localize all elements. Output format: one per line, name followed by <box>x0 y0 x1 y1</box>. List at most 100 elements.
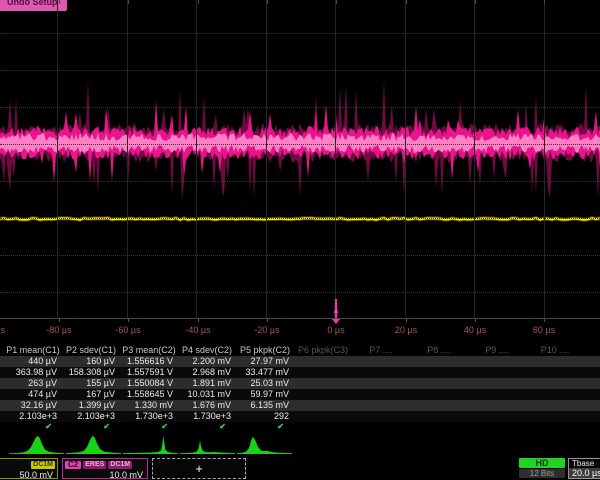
graticule-vline <box>266 0 267 318</box>
measure-col-header-p5[interactable]: P5 pkpk(C2) <box>236 344 294 356</box>
histicon-p4[interactable] <box>179 433 236 457</box>
histicon-row <box>0 433 600 457</box>
measure-col-header-p3[interactable]: P3 mean(C2) <box>120 344 178 356</box>
measure-value-p4-min: 1.891 mV <box>178 378 236 389</box>
measure-value-p2-sdev: 1.399 µV <box>62 400 120 411</box>
axis-tick-label: 20 µs <box>395 325 417 335</box>
graticule-hline <box>0 144 600 145</box>
measure-col-header-p4[interactable]: P4 sdev(C2) <box>178 344 236 356</box>
measurement-table: P1 mean(C1)P2 sdev(C1)P3 mean(C2)P4 sdev… <box>0 344 600 432</box>
axis-tick-mark <box>198 319 199 322</box>
axis-tick-mark <box>267 319 268 322</box>
measure-value-p5-min: 25.03 mV <box>236 378 294 389</box>
timebase-descriptor[interactable]: Tbase 20.0 µs/div <box>568 458 600 479</box>
measure-col-header-p10[interactable]: P10 .... <box>526 344 584 356</box>
graticule-vline <box>405 0 406 318</box>
c2-badge: C2 <box>65 461 81 469</box>
graticule-hline <box>0 255 600 256</box>
axis-tick-mark <box>475 319 476 322</box>
add-trace-button[interactable]: + <box>152 458 246 479</box>
measure-value-p4-sdev: 1.676 mV <box>178 400 236 411</box>
graticule-top-tick <box>544 0 545 4</box>
hd-bits-label: 12 Bits <box>519 469 565 478</box>
trigger-time-dot <box>334 310 338 314</box>
measure-value-p1-mean: 363.98 µV <box>4 367 62 378</box>
measure-value-p1-min: 263 µV <box>4 378 62 389</box>
measure-value-p5-sdev: 6.135 mV <box>236 400 294 411</box>
axis-tick-label: 40 µs <box>464 325 486 335</box>
measure-value-p2-min: 155 µV <box>62 378 120 389</box>
measure-col-header-p2[interactable]: P2 sdev(C1) <box>62 344 120 356</box>
histicon-distribution <box>8 436 65 454</box>
c2-coupling-tag: DC1M <box>108 461 132 469</box>
waveform-traces <box>0 0 600 318</box>
measure-col-header-p6[interactable]: P6 pkpk(C3) <box>294 344 352 356</box>
axis-tick-mark <box>406 319 407 322</box>
histicon-distribution <box>179 441 236 455</box>
status-check-icon-p3: ✔ <box>120 422 178 432</box>
graticule-hline <box>0 292 600 293</box>
graticule-vline <box>196 0 197 318</box>
hd-mode-badge[interactable]: HD <box>519 458 565 468</box>
status-check-icon-p1: ✔ <box>4 422 62 432</box>
measure-value-p5-value: 27.97 mV <box>236 356 294 367</box>
graticule-top-tick <box>59 0 60 4</box>
measure-value-p4-value: 2.200 mV <box>178 356 236 367</box>
histicon-p5[interactable] <box>236 433 293 457</box>
oscilloscope-screen: Undo Setup -100 µs-80 µs-60 µs-40 µs-20 … <box>0 0 600 480</box>
time-axis: -100 µs-80 µs-60 µs-40 µs-20 µs0 µs20 µs… <box>0 318 600 343</box>
measure-value-p2-max: 167 µV <box>62 389 120 400</box>
channel-descriptor-c2[interactable]: C2 ERES DC1M 10.0 mV <box>62 458 148 479</box>
axis-tick-mark <box>544 319 545 322</box>
measure-col-header-p8[interactable]: P8 .... <box>410 344 468 356</box>
measure-row-sdev: 32.16 µV1.399 µV1.330 mV1.676 mV6.135 mV <box>0 400 600 411</box>
plus-icon: + <box>195 461 203 476</box>
histicon-p2[interactable] <box>65 433 122 457</box>
measure-value-p5-max: 59.97 mV <box>236 389 294 400</box>
graticule-vline <box>544 0 545 318</box>
measure-value-p3-num: 1.730e+3 <box>120 411 178 422</box>
measure-row-mean: 363.98 µV158.308 µV1.557591 V2.968 mV33.… <box>0 367 600 378</box>
measure-row-min: 263 µV155 µV1.550084 V1.891 mV25.03 mV <box>0 378 600 389</box>
measure-value-p3-max: 1.558645 V <box>120 389 178 400</box>
measure-value-p3-sdev: 1.330 mV <box>120 400 178 411</box>
graticule-vline <box>127 0 128 318</box>
measure-col-header-p9[interactable]: P9 .... <box>468 344 526 356</box>
graticule-vline <box>57 0 58 318</box>
graticule-hline <box>0 181 600 182</box>
measure-value-p1-max: 474 µV <box>4 389 62 400</box>
channel-descriptor-c1[interactable]: C1 DC1M 50.0 mV <box>0 458 58 479</box>
acquisition-mode: HD 12 Bits <box>519 458 565 478</box>
graticule-top-tick <box>475 0 476 4</box>
histicon-distribution <box>236 437 293 454</box>
c1-coupling-tag: DC1M <box>31 461 55 469</box>
waveform-grid[interactable]: Undo Setup <box>0 0 600 318</box>
measure-value-p2-num: 2.103e+3 <box>62 411 120 422</box>
status-check-icon-p4: ✔ <box>178 422 236 432</box>
measure-col-header-p11[interactable]: P11 <box>584 344 600 356</box>
measure-value-p5-mean: 33.477 mV <box>236 367 294 378</box>
measure-col-header-p1[interactable]: P1 mean(C1) <box>4 344 62 356</box>
measure-value-p2-mean: 158.308 µV <box>62 367 120 378</box>
trigger-marker-icon[interactable] <box>332 319 340 324</box>
axis-tick-label: 60 µs <box>533 325 555 335</box>
histicon-p3[interactable] <box>122 433 179 457</box>
histicon-p1[interactable] <box>8 433 65 457</box>
status-check-icon-p5: ✔ <box>236 422 294 432</box>
axis-tick-label: -100 µs <box>0 325 5 335</box>
measure-row-value: 440 µV160 µV1.556616 V2.200 mV27.97 mV <box>0 356 600 367</box>
measure-col-header-p7[interactable]: P7 .... <box>352 344 410 356</box>
measure-value-p4-max: 10.031 mV <box>178 389 236 400</box>
graticule-top-tick <box>198 0 199 4</box>
graticule-top-tick <box>336 0 337 4</box>
axis-tick-label: -40 µs <box>185 325 210 335</box>
graticule-hline <box>0 107 600 108</box>
graticule-top-tick <box>128 0 129 4</box>
histicon-distribution <box>122 436 179 455</box>
trigger-time-line[interactable] <box>335 299 337 318</box>
graticule-vline <box>474 0 475 318</box>
c1-scale-value: 50.0 mV <box>0 470 57 480</box>
measure-value-p5-num: 292 <box>236 411 294 422</box>
axis-tick-label: 0 µs <box>327 325 344 335</box>
measure-value-p3-mean: 1.557591 V <box>120 367 178 378</box>
